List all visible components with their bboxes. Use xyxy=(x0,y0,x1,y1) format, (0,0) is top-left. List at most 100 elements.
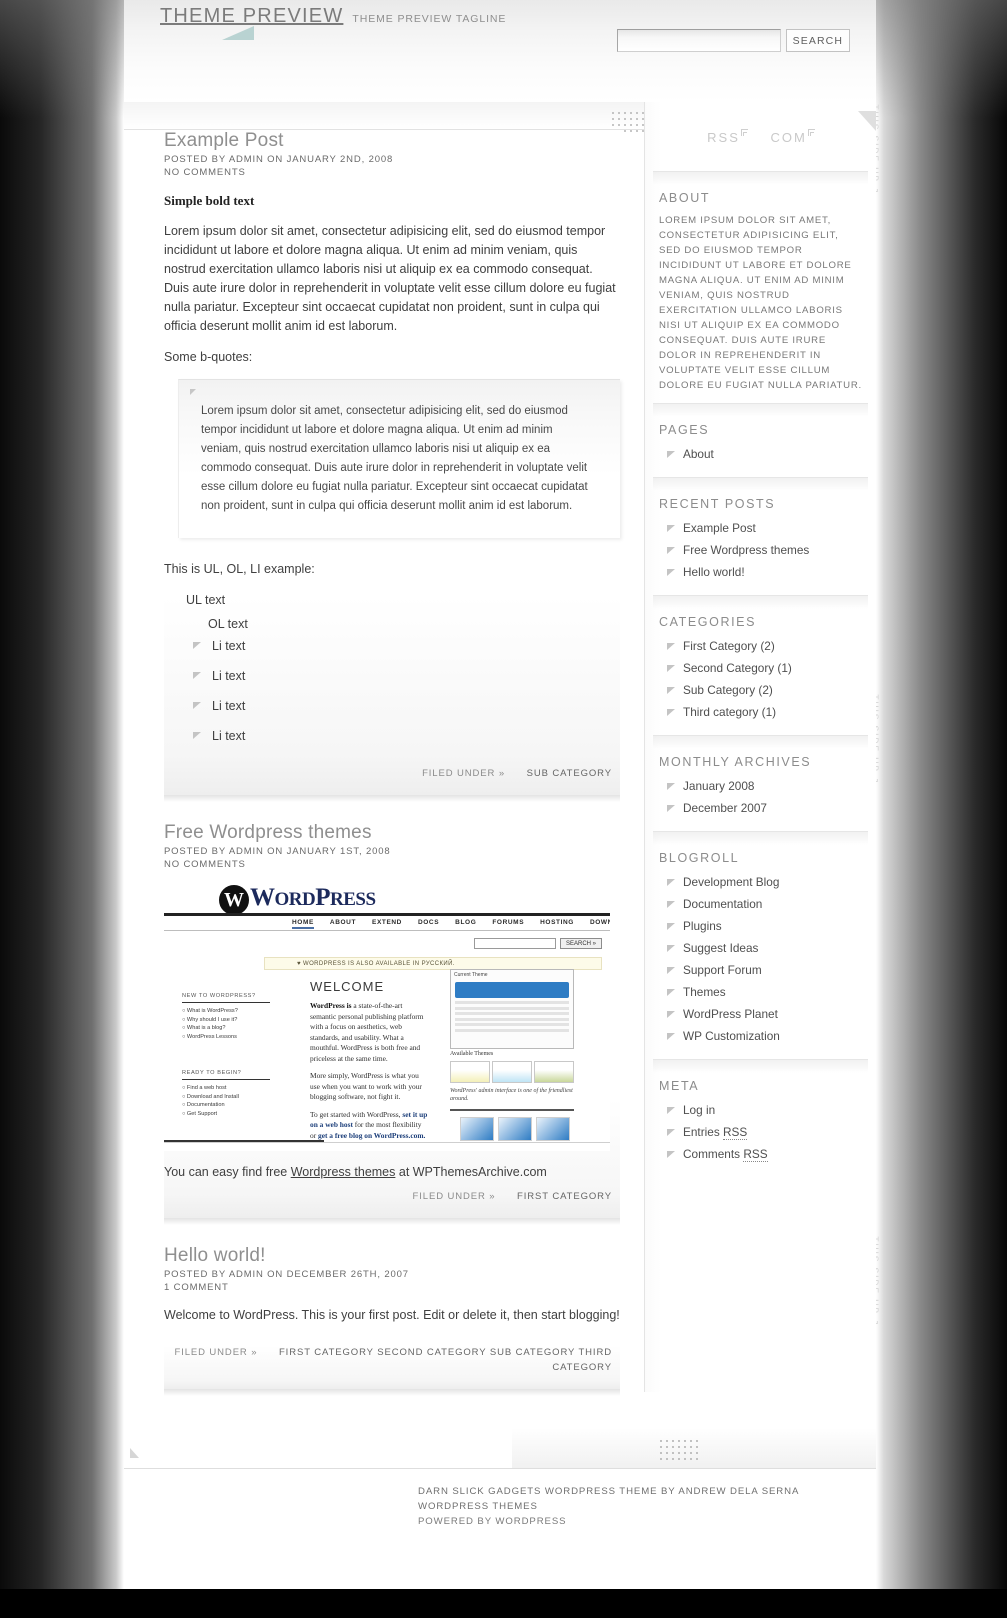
post-example-post: Example Post POSTED BY ADMIN ON JANUARY … xyxy=(124,130,644,802)
post-paragraph: Lorem ipsum dolor sit amet, consectetur … xyxy=(164,224,616,333)
sidebar-item-category[interactable]: First Category (2) xyxy=(659,637,862,659)
wordpress-themes-link[interactable]: Wordpress themes xyxy=(291,1165,396,1179)
wp-col-item: ○ What is WordPress? xyxy=(182,1008,238,1014)
sidebar-item-about[interactable]: About xyxy=(659,445,862,467)
post-meta: POSTED BY ADMIN ON JANUARY 1ST, 2008 NO … xyxy=(164,845,620,871)
filed-under-categories[interactable]: FIRST CATEGORY SECOND CATEGORY SUB CATEG… xyxy=(279,1347,612,1373)
list-item-label: Li text xyxy=(212,729,246,743)
sidebar-item-category[interactable]: Sub Category (2) xyxy=(659,681,862,703)
sidebar-item-label[interactable]: Sub Category (2) xyxy=(683,683,773,697)
post-meta-author-date: POSTED BY ADMIN ON DECEMBER 26TH, 2007 xyxy=(164,1269,409,1280)
wp-col-item: ○ WordPress Lessons xyxy=(182,1033,237,1040)
wordpress-wordmark: WORDPRESS xyxy=(250,884,376,911)
sidebar-item-comments-rss[interactable]: Comments RSS xyxy=(659,1145,862,1167)
sidebar-item-label[interactable]: Plugins xyxy=(683,919,722,933)
sidebar-item-label[interactable]: December 2007 xyxy=(683,801,767,815)
search-button[interactable]: SEARCH xyxy=(785,29,850,52)
sidebar-item-entries-rss[interactable]: Entries RSS xyxy=(659,1123,862,1145)
sidebar-item-label[interactable]: Support Forum xyxy=(683,963,762,977)
post-meta-comments[interactable]: 1 COMMENT xyxy=(164,1281,620,1294)
arrow-bullet-icon xyxy=(667,1107,675,1114)
arrow-bullet-icon xyxy=(667,709,675,716)
sidebar-item-blogroll[interactable]: WordPress Planet xyxy=(659,1005,862,1027)
sidebar-list-pages: About xyxy=(659,445,862,467)
demo-unordered-list: UL text xyxy=(164,591,620,610)
footer-powered-by[interactable]: POWERED BY WORDPRESS xyxy=(418,1514,848,1529)
wp-body-p1: a state-of-the-art semantic personal pub… xyxy=(310,1001,424,1063)
sidebar-item-label[interactable]: WordPress Planet xyxy=(683,1007,778,1021)
brand-flag-icon xyxy=(222,26,254,40)
filed-under-categories[interactable]: SUB CATEGORY xyxy=(527,768,612,779)
site-title[interactable]: THEME PREVIEW xyxy=(160,5,343,28)
sidebar-item-blogroll[interactable]: Development Blog xyxy=(659,873,862,895)
sidebar-item-label[interactable]: About xyxy=(683,447,714,461)
arrow-bullet-icon xyxy=(667,901,675,908)
footer-dot-grid-decoration xyxy=(658,1438,702,1460)
sidebar-item-label[interactable]: Second Category (1) xyxy=(683,661,792,675)
sidebar-item-label[interactable]: WP Customization xyxy=(683,1029,780,1043)
sidebar-item-recent-post[interactable]: Example Post xyxy=(659,519,862,541)
footer-theme-credit[interactable]: DARN SLICK GADGETS WORDPRESS THEME BY AN… xyxy=(418,1484,848,1514)
sidebar-section-categories: CATEGORIES First Category (2) Second Cat… xyxy=(645,615,876,725)
sidebar-item-login[interactable]: Log in xyxy=(659,1101,862,1123)
post-free-wordpress-themes: Free Wordpress themes POSTED BY ADMIN ON… xyxy=(124,822,644,1225)
post-title[interactable]: Hello world! xyxy=(164,1245,620,1267)
sidebar-item-archive[interactable]: January 2008 xyxy=(659,777,862,799)
arrow-bullet-icon xyxy=(193,732,201,739)
list-item-ul: UL text xyxy=(186,593,226,607)
rss-icon xyxy=(807,129,815,136)
sidebar-item-label[interactable]: Documentation xyxy=(683,897,762,911)
post-filed-under: FILED UNDER » SUB CATEGORY xyxy=(164,758,620,791)
sidebar-item-blogroll[interactable]: Themes xyxy=(659,983,862,1005)
sidebar-item-blogroll[interactable]: WP Customization xyxy=(659,1027,862,1049)
wp-search-input xyxy=(473,938,556,949)
com-link-label: COM xyxy=(770,130,807,145)
sidebar-item-blogroll[interactable]: Suggest Ideas xyxy=(659,939,862,961)
sidebar-item-label[interactable]: Free Wordpress themes xyxy=(683,543,809,557)
sidebar-item-label[interactable]: First Category (2) xyxy=(683,639,775,653)
post-title[interactable]: Free Wordpress themes xyxy=(164,822,620,844)
sidebar-item-label[interactable]: Hello world! xyxy=(683,565,745,579)
sidebar-item-recent-post[interactable]: Free Wordpress themes xyxy=(659,541,862,563)
arrow-bullet-icon xyxy=(193,672,201,679)
sidebar-divider xyxy=(653,1059,868,1073)
sidebar-item-label[interactable]: Third category (1) xyxy=(683,705,776,719)
com-feed-link[interactable]: COM xyxy=(770,129,815,145)
arrow-bullet-icon xyxy=(667,945,675,952)
search-form: SEARCH xyxy=(616,29,850,52)
post-meta-comments[interactable]: NO COMMENTS xyxy=(164,166,620,179)
post-meta-comments[interactable]: NO COMMENTS xyxy=(164,858,620,871)
wp-sidebar-ready-to-begin: READY TO BEGIN? ○ Find a web host ○ Down… xyxy=(182,1070,270,1118)
sidebar-item-recent-post[interactable]: Hello world! xyxy=(659,563,862,585)
sidebar-divider xyxy=(653,831,868,845)
sidebar-section-monthly-archives: MONTHLY ARCHIVES January 2008 December 2… xyxy=(645,755,876,821)
sidebar-item-blogroll[interactable]: Documentation xyxy=(659,895,862,917)
sidebar-divider xyxy=(653,403,868,417)
content-column: Example Post POSTED BY ADMIN ON JANUARY … xyxy=(124,102,650,1416)
post-meta-author-date: POSTED BY ADMIN ON JANUARY 2ND, 2008 xyxy=(164,154,394,165)
sidebar-item-archive[interactable]: December 2007 xyxy=(659,799,862,821)
sidebar-item-blogroll[interactable]: Plugins xyxy=(659,917,862,939)
rss-feed-link[interactable]: RSS xyxy=(707,129,748,145)
filed-under-categories[interactable]: FIRST CATEGORY xyxy=(517,1191,612,1202)
post-title[interactable]: Example Post xyxy=(164,130,620,152)
wp-nav-item: EXTEND xyxy=(372,919,402,926)
sidebar-item-blogroll[interactable]: Support Forum xyxy=(659,961,862,983)
arrow-bullet-icon xyxy=(667,1033,675,1040)
sidebar-item-label[interactable]: Development Blog xyxy=(683,875,779,889)
sidebar-item-label[interactable]: January 2008 xyxy=(683,779,755,793)
search-input[interactable] xyxy=(616,29,781,52)
sidebar-item-label[interactable]: Themes xyxy=(683,985,726,999)
rss-abbr: RSS xyxy=(743,1147,768,1162)
arrow-bullet-icon xyxy=(667,525,675,532)
sidebar-item-label[interactable]: Example Post xyxy=(683,521,756,535)
sidebar-item-label[interactable]: Suggest Ideas xyxy=(683,941,758,955)
wordpress-logo-icon: W xyxy=(219,885,249,915)
sidebar-item-category[interactable]: Second Category (1) xyxy=(659,659,862,681)
filed-under-label: FILED UNDER » xyxy=(412,1191,496,1202)
wp-divider xyxy=(450,1109,574,1111)
sidebar-item-category[interactable]: Third category (1) xyxy=(659,703,862,725)
sidebar-section-title: CATEGORIES xyxy=(659,615,757,629)
wp-footer-rule xyxy=(164,1142,610,1143)
sidebar-section-pages: PAGES About xyxy=(645,423,876,467)
